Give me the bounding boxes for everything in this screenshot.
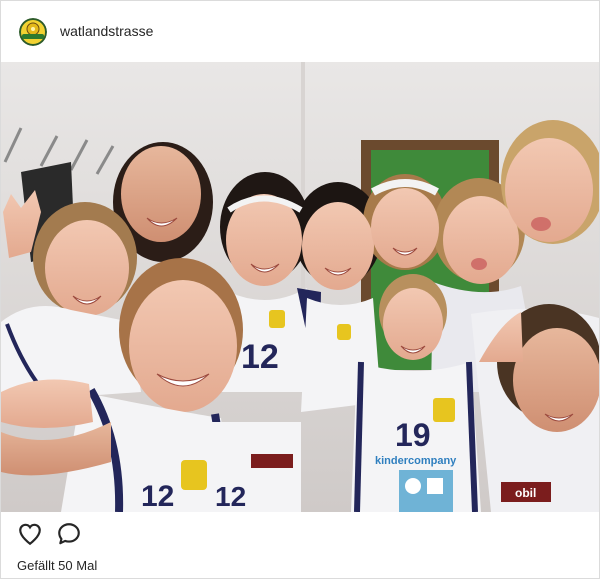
svg-text:12: 12 bbox=[241, 338, 279, 376]
post-header: watlandstrasse bbox=[1, 1, 599, 61]
svg-text:kindercompany: kindercompany bbox=[375, 455, 457, 467]
heart-icon[interactable] bbox=[17, 521, 45, 549]
svg-text:obil: obil bbox=[515, 486, 536, 500]
post-actions bbox=[1, 521, 599, 553]
post-username[interactable]: watlandstrasse bbox=[60, 23, 153, 39]
team-selfie-photo: 12 1 12 12 19 bbox=[1, 62, 599, 512]
club-logo-icon[interactable] bbox=[19, 18, 47, 46]
comment-icon[interactable] bbox=[56, 521, 84, 549]
photo-illustration: 12 1 12 12 19 bbox=[1, 62, 599, 512]
svg-text:19: 19 bbox=[395, 417, 431, 453]
svg-text:12: 12 bbox=[215, 481, 246, 512]
instagram-post: watlandstrasse 12 12 12 19 kindercompany… bbox=[0, 0, 600, 579]
svg-text:12: 12 bbox=[141, 480, 174, 512]
likes-count[interactable]: Gefällt 50 Mal bbox=[17, 558, 97, 573]
